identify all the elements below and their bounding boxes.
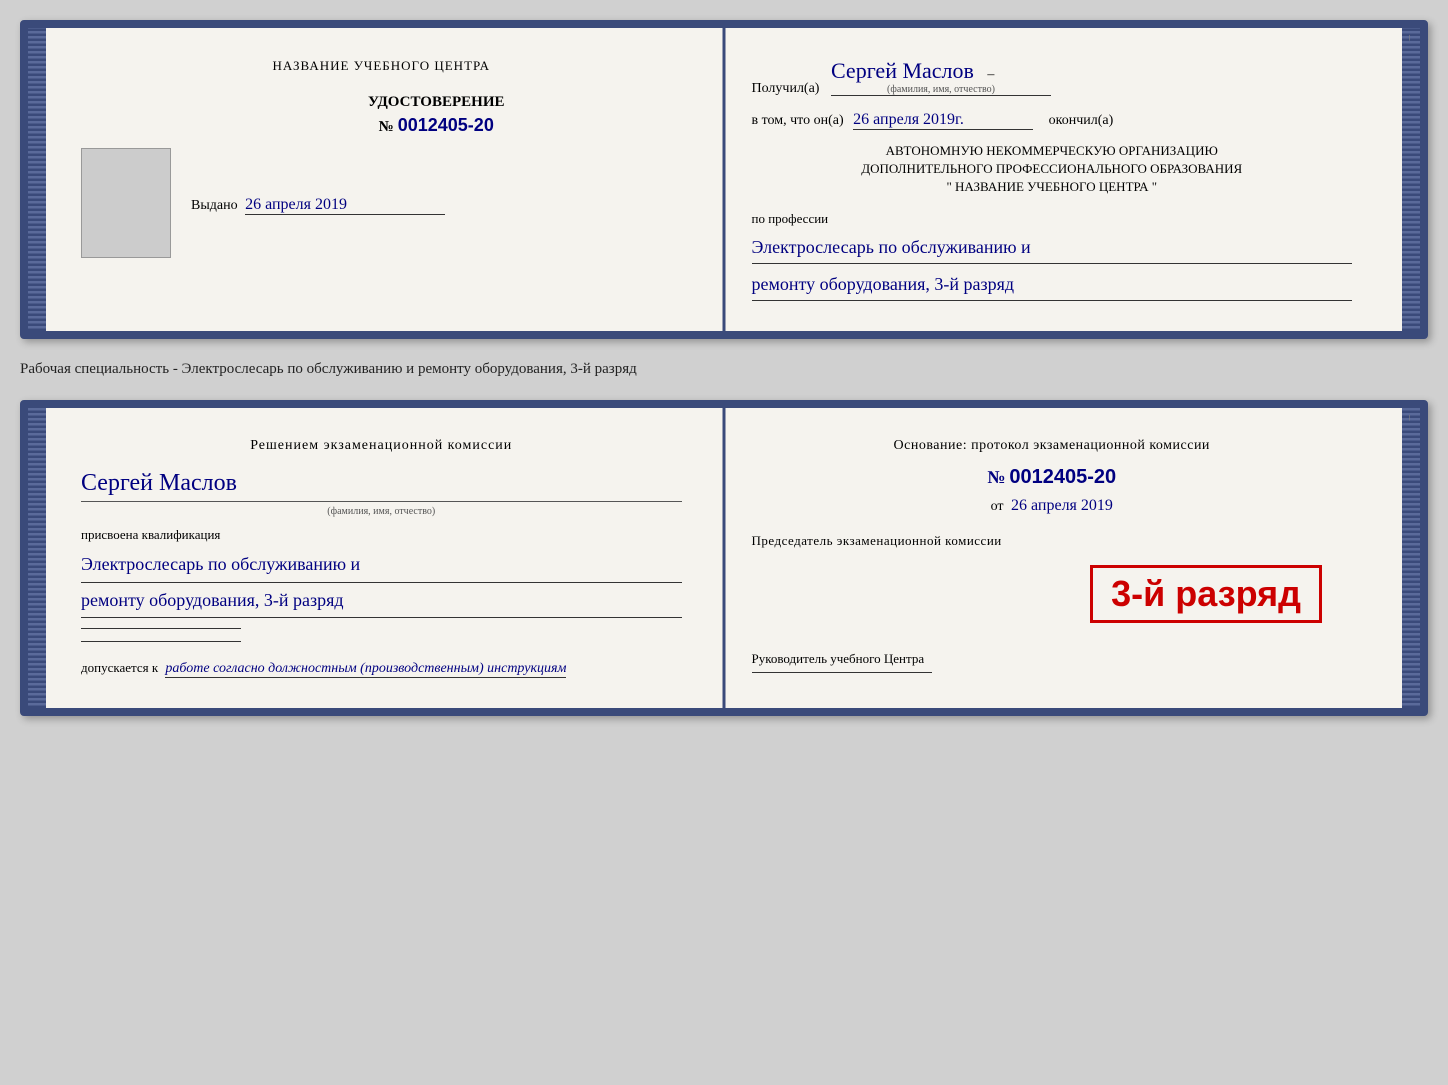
profession-value1: Электрослесарь по обслуживанию и [752, 231, 1353, 264]
org-line3: " НАЗВАНИЕ УЧЕБНОГО ЦЕНТРА " [752, 178, 1353, 196]
right-chars: И а ← – – [1402, 28, 1428, 47]
basis-label: Основание: протокол экзаменационной коми… [752, 438, 1353, 454]
admission-value: работе согласно должностным (производств… [165, 661, 566, 676]
certificate-label: УДОСТОВЕРЕНИЕ [191, 94, 682, 111]
protocol-number: 0012405-20 [1009, 466, 1116, 488]
name-sublabel: (фамилия, имя, отчество) [81, 506, 682, 517]
right-spine-strip: И а ← – – [1402, 28, 1420, 331]
number-prefix: № [379, 119, 394, 136]
stamp-text: 3-й разряд [1111, 576, 1301, 612]
completion-date: 26 апреля 2019г. [853, 111, 964, 128]
profession-value2: ремонту оборудования, 3-й разряд [752, 268, 1353, 301]
recipient-name: Сергей Маслов [831, 58, 974, 83]
mp-label: М.П. [81, 245, 682, 261]
director-label: Руководитель учебного Центра [752, 651, 1353, 667]
director-sig-line [752, 672, 932, 673]
bottom-left-half: Решением экзаменационной комиссии Сергей… [46, 408, 717, 707]
between-label: Рабочая специальность - Электрослесарь п… [20, 357, 1428, 382]
stamp-box: 3-й разряд [1090, 565, 1322, 623]
bottom-left-spine [28, 408, 46, 707]
issued-label: Выдано [191, 198, 238, 213]
training-center-title: НАЗВАНИЕ УЧЕБНОГО ЦЕНТРА [81, 58, 682, 74]
top-left-half: НАЗВАНИЕ УЧЕБНОГО ЦЕНТРА УДОСТОВЕРЕНИЕ №… [46, 28, 717, 331]
chairman-pre-stamp: Председатель экзаменационной комиссии [752, 533, 1353, 549]
assigned-label: присвоена квалификация [81, 527, 682, 543]
qualification-value1: Электрослесарь по обслуживанию и [81, 547, 682, 582]
org-line2: ДОПОЛНИТЕЛЬНОГО ПРОФЕССИОНАЛЬНОГО ОБРАЗО… [752, 160, 1353, 178]
top-certificate-card: НАЗВАНИЕ УЧЕБНОГО ЦЕНТРА УДОСТОВЕРЕНИЕ №… [20, 20, 1428, 339]
signature-line-2 [81, 641, 241, 642]
received-label: Получил(а) Сергей Маслов – (фамилия, имя… [752, 58, 1353, 97]
admission-line: допускается к работе согласно должностны… [81, 660, 682, 678]
decision-label: Решением экзаменационной комиссии [81, 438, 682, 454]
left-spine-strip [28, 28, 46, 331]
org-block: АВТОНОМНУЮ НЕКОММЕРЧЕСКУЮ ОРГАНИЗАЦИЮ ДО… [752, 142, 1353, 197]
issued-date: 26 апреля 2019 [245, 196, 347, 213]
bottom-certificate-card: Решением экзаменационной комиссии Сергей… [20, 400, 1428, 715]
protocol-date-value: 26 апреля 2019 [1011, 497, 1113, 514]
stamp-area: Председатель экзаменационной комиссии 3-… [752, 533, 1353, 633]
org-line1: АВТОНОМНУЮ НЕКОММЕРЧЕСКУЮ ОРГАНИЗАЦИЮ [752, 142, 1353, 160]
profession-label: по профессии [752, 211, 1353, 227]
bottom-right-chars: И а ← – – [1402, 408, 1428, 427]
date-line: в том, что он(а) 26 апреля 2019г. окончи… [752, 111, 1353, 130]
bottom-right-spine: И а ← – – [1402, 408, 1420, 707]
top-right-half: Получил(а) Сергей Маслов – (фамилия, имя… [717, 28, 1403, 331]
photo-placeholder [81, 148, 171, 258]
person-name: Сергей Маслов [81, 470, 682, 497]
signature-line-1 [81, 628, 241, 629]
protocol-date: от 26 апреля 2019 [752, 497, 1353, 515]
page-wrapper: НАЗВАНИЕ УЧЕБНОГО ЦЕНТРА УДОСТОВЕРЕНИЕ №… [20, 20, 1428, 716]
protocol-number-block: № 0012405-20 [752, 466, 1353, 489]
qualification-value2: ремонту оборудования, 3-й разряд [81, 583, 682, 618]
recipient-sublabel: (фамилия, имя, отчество) [831, 84, 1051, 95]
certificate-number: 0012405-20 [398, 115, 494, 136]
bottom-right-half: Основание: протокол экзаменационной коми… [717, 408, 1403, 707]
